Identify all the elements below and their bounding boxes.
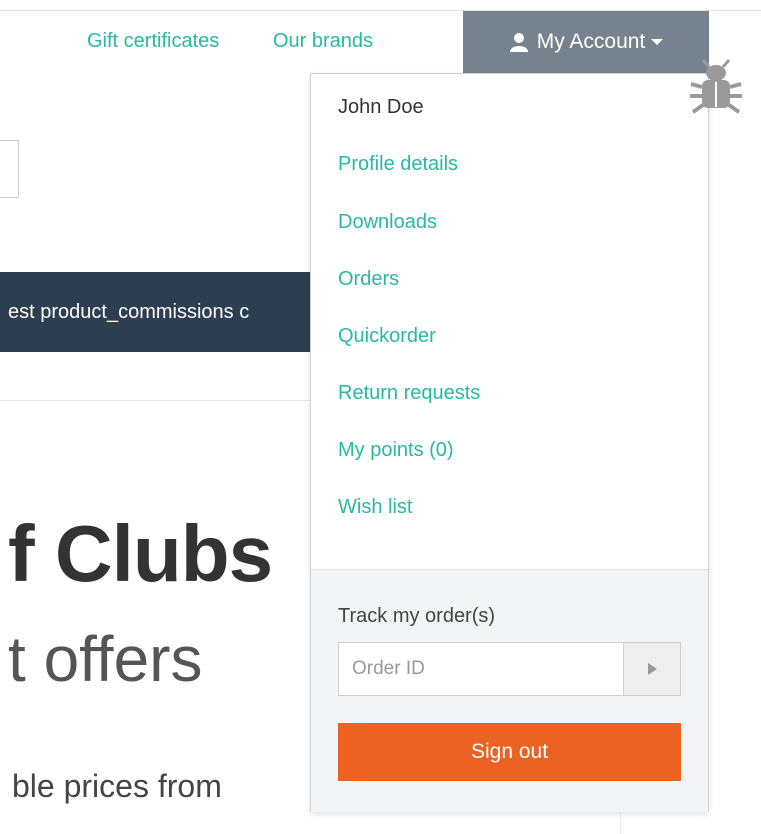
downloads-link[interactable]: Downloads — [338, 211, 437, 234]
orders-link[interactable]: Orders — [338, 268, 399, 291]
track-order-label: Track my order(s) — [338, 605, 496, 627]
wish-list-link[interactable]: Wish list — [338, 496, 412, 519]
promo-banner[interactable]: est product_commissions c — [0, 272, 320, 352]
hero-title: f Clubs — [8, 509, 273, 598]
search-input[interactable] — [0, 140, 19, 198]
gift-certificates-link[interactable]: Gift certificates — [87, 30, 219, 53]
banner-text: est product_commissions c — [8, 301, 250, 323]
sign-out-button[interactable]: Sign out — [338, 723, 681, 781]
my-account-label: My Account — [536, 30, 646, 53]
return-requests-link[interactable]: Return requests — [338, 382, 480, 405]
sign-out-label: Sign out — [470, 740, 549, 763]
my-points-link[interactable]: My points (0) — [338, 439, 454, 462]
my-account-button[interactable]: My Account — [463, 11, 709, 73]
account-dropdown: John Doe Profile details Downloads Order… — [310, 73, 709, 812]
hero-text: ble prices from — [12, 768, 222, 804]
caret-down-icon — [651, 39, 664, 45]
user-icon — [509, 32, 529, 52]
play-arrow-icon — [647, 663, 657, 675]
track-order-submit-button[interactable] — [624, 642, 681, 696]
hero-subtitle: t offers — [8, 623, 203, 695]
our-brands-link[interactable]: Our brands — [273, 30, 373, 53]
user-name: John Doe — [338, 96, 424, 118]
quickorder-link[interactable]: Quickorder — [338, 325, 436, 348]
bug-icon[interactable] — [688, 56, 744, 118]
top-bar: Gift certificates Our brands My Account — [0, 0, 761, 73]
order-id-input[interactable]: Order ID — [338, 642, 624, 696]
profile-details-link[interactable]: Profile details — [338, 153, 458, 176]
track-order-section: Track my order(s) Order ID Sign out — [311, 569, 708, 812]
